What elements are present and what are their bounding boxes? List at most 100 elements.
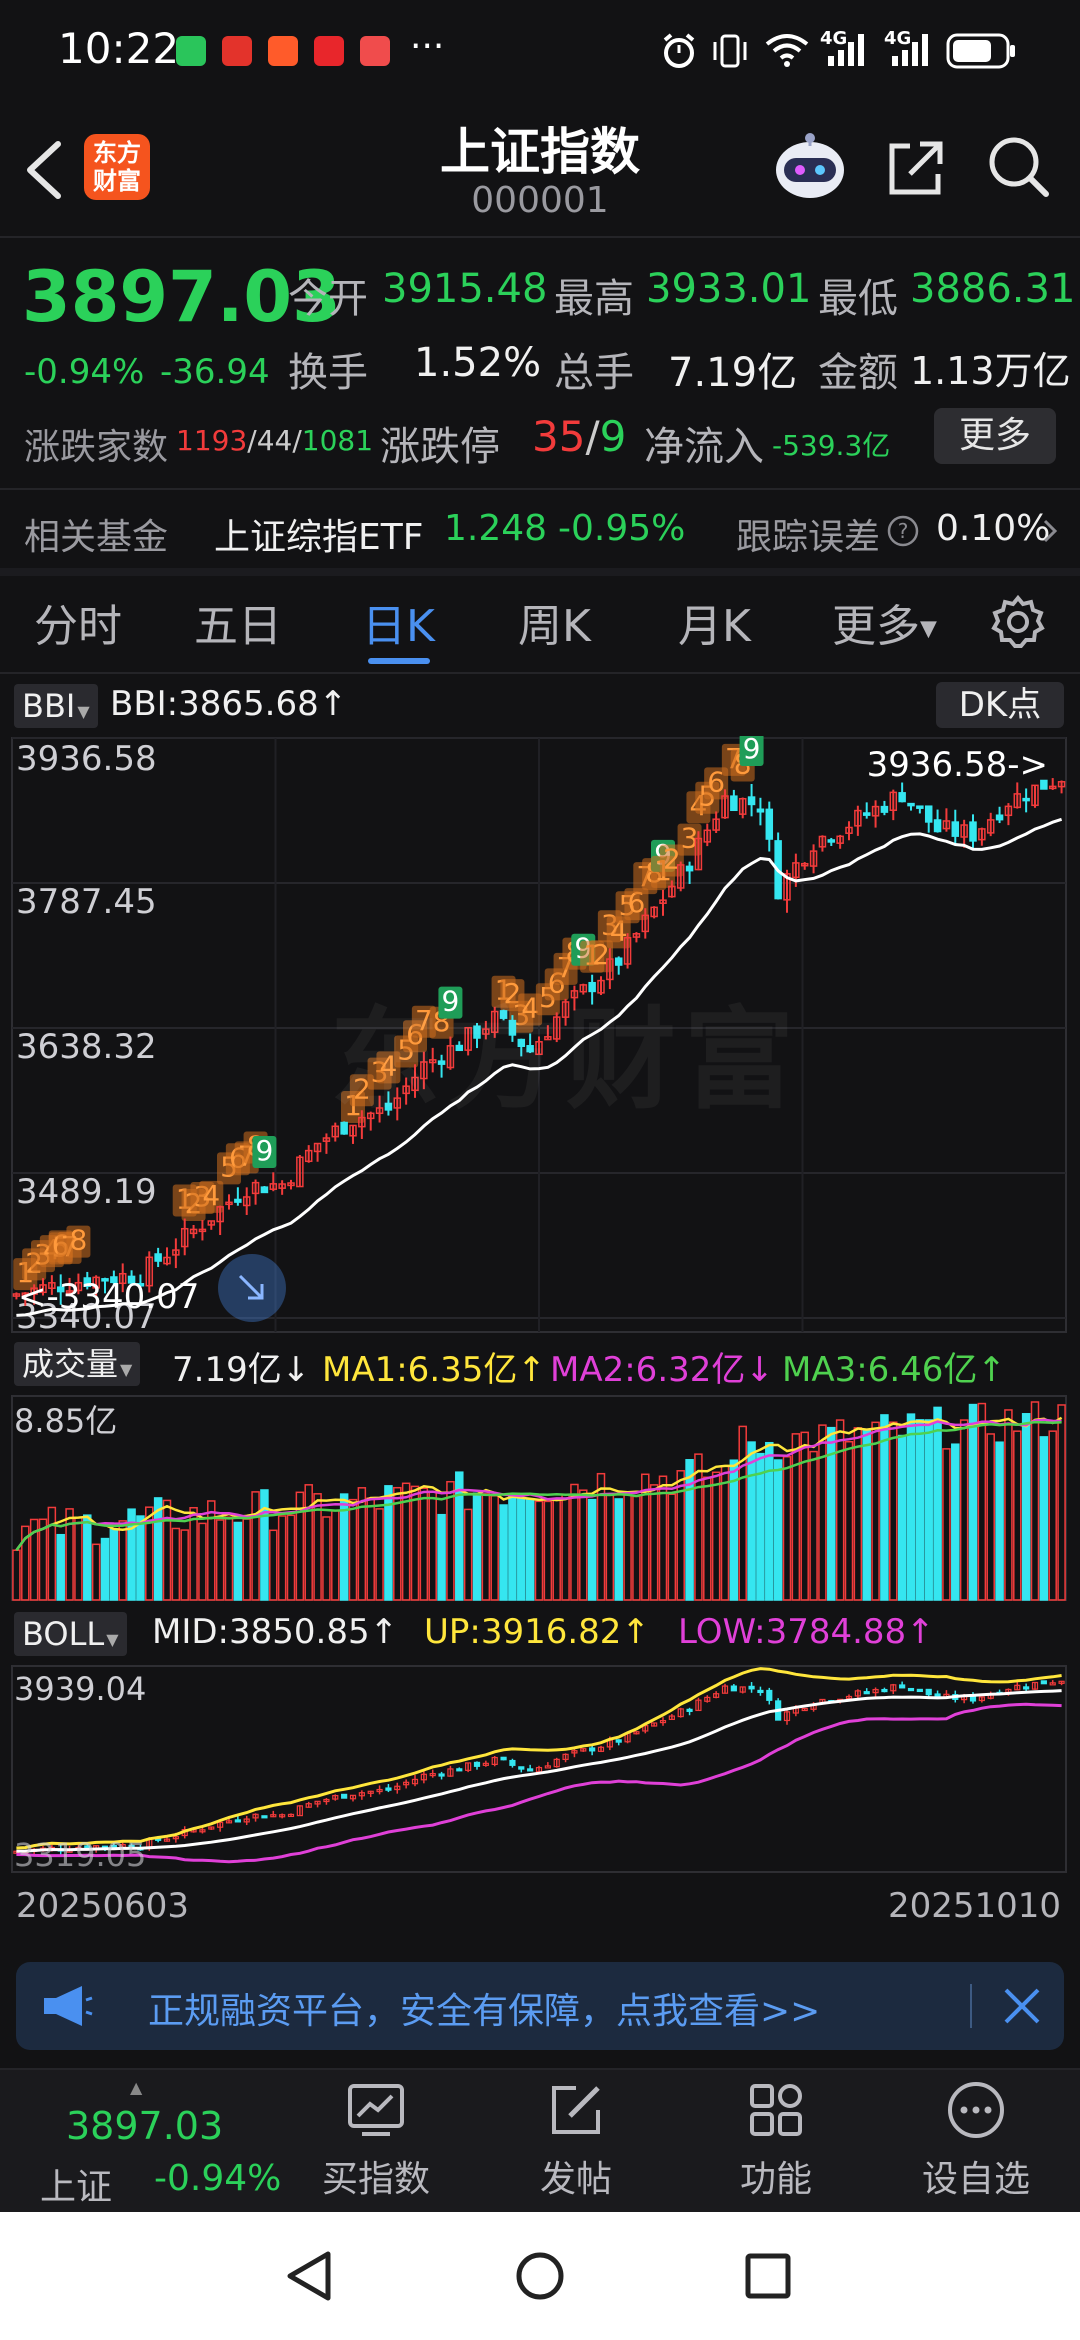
logo-line2: 财富	[93, 167, 141, 195]
volume-bar-up	[286, 1514, 296, 1601]
volume-bar-down	[472, 1492, 482, 1601]
volume-bar-up	[632, 1495, 641, 1601]
tab-wuri[interactable]: 五日	[194, 590, 282, 654]
app-icon-3	[314, 36, 344, 66]
boll-mid: MID:3850.85↑	[152, 1612, 399, 1652]
gear-icon[interactable]	[990, 594, 1046, 654]
boll-candle-down	[456, 1768, 463, 1772]
volume-bar-up	[162, 1499, 172, 1601]
status-more: ···	[410, 26, 445, 67]
volume-bar-down	[906, 1413, 916, 1601]
header-divider	[0, 236, 1080, 238]
tab-yuek[interactable]: 月K	[678, 590, 751, 654]
volume-bar-up	[889, 1421, 898, 1601]
turnover-value: 1.52%	[414, 340, 542, 386]
candle-down	[827, 839, 836, 843]
boll-chart[interactable]: 3939.04 3319.05	[0, 1664, 1080, 1876]
boll-candle-down	[863, 1691, 870, 1695]
volume-bar-up	[419, 1487, 429, 1601]
volume-bar-down	[915, 1419, 925, 1601]
nav-functions[interactable]: 功能	[696, 2080, 856, 2202]
volume-bar-up	[446, 1480, 455, 1601]
candle-down	[951, 821, 960, 837]
more-button[interactable]: 更多	[934, 408, 1056, 464]
volume-bar-up	[543, 1500, 553, 1601]
candle-down	[969, 821, 977, 842]
boll-candle-down	[748, 1685, 755, 1690]
volume-bar-up	[844, 1440, 854, 1601]
boll-candle-down	[589, 1747, 596, 1752]
change-percent: -0.94%	[24, 352, 145, 392]
boll-min-label: 3319.05	[14, 1836, 146, 1874]
fund-name: 上证综指ETF	[214, 517, 424, 558]
tab-zhouk[interactable]: 周K	[518, 590, 591, 654]
share-icon[interactable]	[884, 136, 948, 204]
system-home-icon[interactable]	[514, 2250, 566, 2306]
boll-candle-down	[916, 1688, 923, 1693]
boll-selector[interactable]: BOLL ▼	[14, 1612, 127, 1656]
boll-candle-down	[899, 1684, 906, 1689]
boll-candle-down	[1040, 1680, 1047, 1685]
boll-candle-down	[615, 1739, 622, 1743]
volume-bar-up	[207, 1500, 216, 1601]
fund-divider-band	[0, 568, 1080, 576]
breadth-down: 1081	[301, 424, 374, 457]
volume-ma1: MA1:6.35亿↑	[322, 1350, 546, 1390]
index-summary[interactable]: ▲ 3897.03 上证 -0.94%	[0, 2068, 290, 2212]
volume-value: 7.19亿↓	[172, 1350, 311, 1390]
boll-candle-down	[438, 1773, 445, 1777]
nav-post[interactable]: 发帖	[496, 2080, 656, 2202]
stock-code: 000001	[471, 180, 609, 221]
boll-candle-down	[881, 1688, 888, 1693]
nav-buy-index[interactable]: 买指数	[296, 2080, 456, 2202]
volume-bar-up	[304, 1484, 313, 1601]
volume-bar-up	[91, 1543, 101, 1601]
tab-more[interactable]: 更多▼	[832, 590, 937, 654]
robot-assistant-icon[interactable]	[770, 128, 850, 208]
system-back-icon[interactable]	[284, 2250, 334, 2306]
dk-button[interactable]: DK点	[936, 682, 1064, 728]
volume-selector[interactable]: 成交量 ▼	[14, 1342, 141, 1386]
tab-fenshi[interactable]: 分时	[34, 590, 122, 654]
volume-bar-down	[1039, 1436, 1049, 1601]
candle-down	[614, 957, 623, 966]
volume-bar-up	[605, 1494, 615, 1601]
turnover-label: 换手	[288, 350, 368, 396]
volume-bar-up	[277, 1515, 287, 1601]
volume-selector-label: 成交量	[22, 1345, 119, 1383]
volume-bar-up	[366, 1497, 375, 1601]
bbi-selector[interactable]: BBI ▼	[14, 684, 98, 728]
volume-bar-down	[260, 1489, 269, 1601]
back-button[interactable]	[22, 140, 66, 204]
volume-chart[interactable]: 8.85亿	[0, 1394, 1080, 1604]
boll-candle-down	[766, 1689, 773, 1701]
breadth-flat: 44	[256, 424, 293, 457]
boll-candle-down	[757, 1689, 764, 1694]
close-icon[interactable]	[1002, 1986, 1042, 2030]
candle-down	[907, 802, 915, 807]
nav-watchlist[interactable]: 设自选	[896, 2080, 1056, 2202]
price-tick-label: 3638.32	[16, 1027, 157, 1067]
candle-down	[933, 819, 942, 833]
breadth-up: 1193	[176, 424, 248, 457]
promo-banner[interactable]: 正规融资平台，安全有保障，点我查看>>	[16, 1962, 1064, 2050]
volume-bar-up	[74, 1516, 83, 1601]
td-count-label: 8	[70, 1224, 88, 1257]
chart-icon	[348, 2084, 404, 2136]
tab-rik[interactable]: 日K	[362, 590, 435, 654]
boll-up: UP:3916.82↑	[424, 1612, 650, 1652]
volume-bar-up	[818, 1424, 827, 1601]
candle-down	[260, 1186, 269, 1194]
search-icon[interactable]	[986, 134, 1052, 204]
volume-bar-up	[322, 1516, 331, 1601]
candle-down	[154, 1253, 162, 1262]
volume-bar-up	[1013, 1430, 1022, 1601]
system-recents-icon[interactable]	[744, 2252, 792, 2304]
related-fund-row[interactable]: 相关基金 上证综指ETF 1.248 -0.95% 跟踪误差 ? 0.10%	[0, 490, 1080, 568]
index-price: 3897.03	[66, 2104, 224, 2148]
volume-bar-up	[959, 1419, 969, 1601]
help-icon[interactable]: ?	[886, 514, 920, 552]
boll-candle-down	[730, 1685, 737, 1692]
volume-bar-up	[986, 1433, 995, 1601]
candle-down	[730, 795, 738, 812]
